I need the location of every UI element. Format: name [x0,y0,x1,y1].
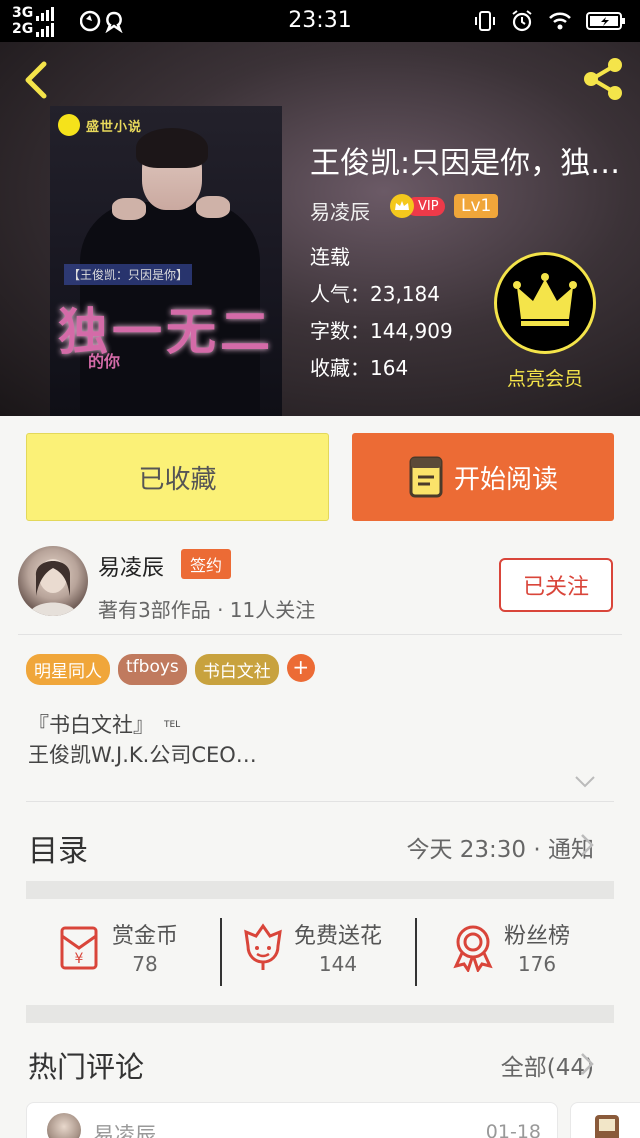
divider [220,918,222,986]
comment-card[interactable] [570,1102,640,1138]
intro-line-1: 『书白文社』 [28,713,154,737]
vip-badge: VIP [390,194,445,218]
cover-figure-hair [136,128,208,168]
share-icon [584,58,622,100]
start-reading-button[interactable]: 开始阅读 [352,433,614,521]
reward-coins[interactable]: ¥ 赏金币 78 [54,918,178,976]
comments-title: 热门评论 [28,1050,145,1084]
brand-logo [58,114,80,136]
reward-value: 176 [517,952,557,976]
book-status: 连载 [310,245,350,269]
reward-flowers[interactable]: 免费送花 144 [240,918,382,976]
follow-button[interactable]: 已关注 [499,558,613,612]
cover-brand: 盛世小说 [86,120,143,135]
level-badge: Lv1 [454,194,499,218]
flower-icon [244,923,282,970]
status-bar: 3G 2G 23:31 [0,0,640,42]
catalog-title[interactable]: 目录 [28,826,88,870]
signed-badge: 签约 [181,549,232,579]
comment-card[interactable]: 易凌辰 01-18 [26,1102,558,1138]
reward-value: 78 [132,952,158,976]
reward-label: 粉丝榜 [504,924,571,949]
chevron-right-icon[interactable] [580,833,594,861]
tag-item[interactable]: 书白文社 [194,654,279,685]
section-separator [26,881,614,899]
red-envelope-icon: ¥ [60,926,98,970]
book-stats: 连载 人气：23,184 字数：144,909 收藏：164 [310,239,453,387]
member-label[interactable]: 点亮会员 [486,364,604,391]
divider [415,918,417,986]
chevron-left-icon [25,61,47,99]
reward-fans[interactable]: 粉丝榜 176 [450,918,570,976]
system-icons [474,9,626,33]
cover-hand [196,196,230,218]
book-intro[interactable]: 『书白文社』 TEL 王俊凯W.J.K.公司CEO… [28,710,257,770]
tag-item[interactable]: 明星同人 [26,654,110,685]
avatar-icon [595,1115,619,1138]
crown-icon [513,273,577,326]
tag-item[interactable]: tfboys [118,654,187,685]
reward-label: 赏金币 [112,924,179,949]
collected-button[interactable]: 已收藏 [26,433,329,521]
cover-sub-title: 的你 [88,352,121,371]
battery-icon [586,12,625,30]
book-word-count: 字数：144,909 [310,319,453,343]
comment-date: 01-18 [485,1121,541,1138]
book-author[interactable]: 易凌辰 [310,196,370,225]
book-icon [409,456,443,498]
wifi-icon [549,12,571,30]
back-button[interactable] [16,56,56,104]
author-meta: 著有3部作品 · 11人关注 [98,598,316,622]
cover-small-title: 【王俊凯：只因是你】 [64,264,193,285]
reward-value: 144 [318,952,358,976]
book-header: 盛世小说 【王俊凯：只因是你】 独一无二 的你 王俊凯:只因是你，独… 易凌辰 … [0,42,640,416]
reward-label: 免费送花 [294,924,383,949]
book-cover[interactable]: 盛世小说 【王俊凯：只因是你】 独一无二 的你 [50,106,282,416]
section-separator [26,1005,614,1023]
comment-user[interactable]: 易凌辰 [93,1119,156,1138]
cover-hand [112,198,146,220]
alarm-icon [512,10,532,32]
medal-icon [453,925,493,972]
author-avatar[interactable] [18,546,88,616]
avatar[interactable] [47,1113,81,1138]
catalog-update[interactable]: 今天 23:30 · 通知 [406,830,594,864]
author-name[interactable]: 易凌辰 [98,550,164,582]
svg-text:¥: ¥ [75,951,84,967]
intro-tel: TEL [164,720,181,730]
add-tag-button[interactable]: + [286,654,315,682]
intro-line-2: 王俊凯W.J.K.公司CEO… [28,743,257,767]
member-button[interactable] [494,252,596,354]
start-reading-label: 开始阅读 [453,464,558,495]
book-favorites: 收藏：164 [310,356,409,380]
divider [18,634,622,635]
book-title: 王俊凯:只因是你，独… [310,146,621,181]
chevron-right-icon[interactable] [580,1052,594,1080]
share-button[interactable] [578,54,628,104]
crown-icon [390,194,414,218]
chevron-down-icon[interactable] [574,774,596,793]
divider [26,801,614,802]
book-popularity: 人气：23,184 [310,282,440,306]
vibrate-icon [475,11,495,31]
tag-list: 明星同人 tfboys 书白文社 + [26,654,315,685]
